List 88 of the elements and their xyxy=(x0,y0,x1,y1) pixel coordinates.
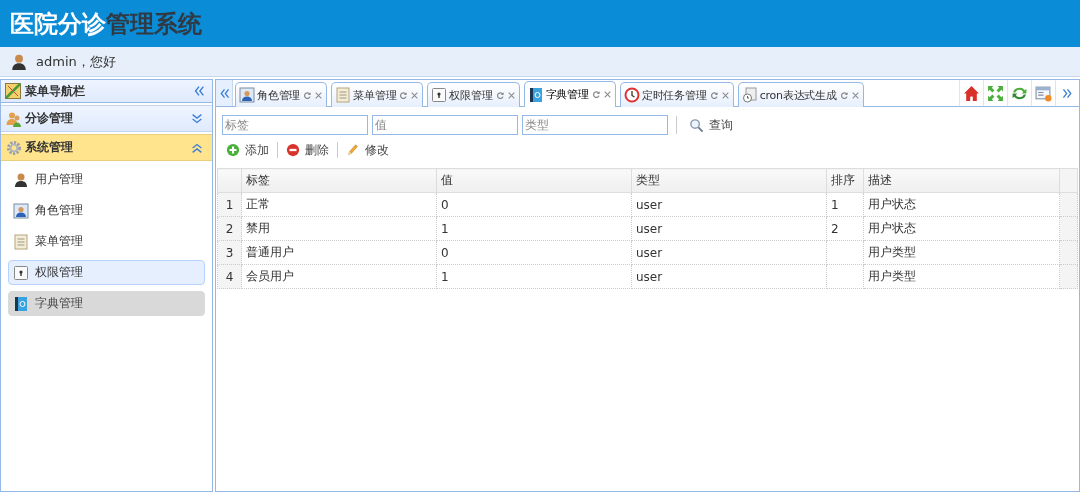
home-icon[interactable] xyxy=(963,84,980,102)
sidebar-item[interactable]: 用户管理 xyxy=(8,167,205,192)
table-cell: 用户类型 xyxy=(863,240,1060,265)
keyhole-icon xyxy=(13,264,29,281)
table-cell: 2 xyxy=(826,216,864,241)
column-header: 值 xyxy=(436,168,632,193)
toolbar-button[interactable]: 添加 xyxy=(222,140,273,160)
sidebar-item[interactable]: 角色管理 xyxy=(8,198,205,223)
toolbar-button[interactable]: 修改 xyxy=(342,140,393,160)
refresh-icon[interactable] xyxy=(709,90,719,100)
table-cell: user xyxy=(631,192,827,217)
fullscreen-icon[interactable] xyxy=(987,84,1004,102)
sidebar-item[interactable]: 字典管理 xyxy=(8,291,205,316)
clock-icon xyxy=(623,87,640,103)
table-cell: user xyxy=(631,264,827,289)
table-cell: 1 xyxy=(826,192,864,217)
table-cell: 普通用户 xyxy=(241,240,437,265)
table-cell: user xyxy=(631,240,827,265)
table-cell: 用户状态 xyxy=(863,192,1060,217)
refresh-icon[interactable] xyxy=(303,90,313,100)
close-icon[interactable] xyxy=(602,90,612,99)
filter-field[interactable]: 类型 xyxy=(522,115,668,135)
table-cell: 0 xyxy=(436,240,632,265)
app-title: 医院分诊管理系统 xyxy=(10,8,202,40)
close-icon[interactable] xyxy=(720,90,730,100)
tab[interactable]: 字典管理 xyxy=(523,81,616,107)
user-icon xyxy=(10,52,28,71)
table-cell: user xyxy=(631,216,827,241)
collapse-icon[interactable] xyxy=(192,84,206,98)
close-icon[interactable] xyxy=(410,90,420,100)
accordion-header[interactable]: 系统管理 xyxy=(1,134,212,161)
add-icon xyxy=(226,143,240,157)
toolbar-button[interactable]: 删除 xyxy=(282,140,333,160)
accordion-header[interactable]: 分诊管理 xyxy=(1,105,212,132)
filter-field[interactable]: 标签 xyxy=(222,115,368,135)
refresh-icon[interactable] xyxy=(591,90,601,99)
keyhole-icon xyxy=(431,87,448,103)
refresh-icon[interactable] xyxy=(399,90,409,100)
filter-field[interactable]: 值 xyxy=(372,115,518,135)
refresh-icon[interactable] xyxy=(839,90,849,100)
search-icon xyxy=(689,117,704,133)
portrait-icon xyxy=(13,202,29,219)
portrait-icon xyxy=(239,87,255,103)
people-icon xyxy=(6,110,22,127)
table-cell: 正常 xyxy=(241,192,437,217)
close-icon[interactable] xyxy=(314,90,324,100)
table-cell: 会员用户 xyxy=(241,264,437,289)
document-clock-icon xyxy=(741,87,758,103)
scroll-left-icon[interactable] xyxy=(217,86,231,100)
table-cell: 用户类型 xyxy=(863,264,1060,289)
gear-icon xyxy=(6,139,22,156)
table-cell: 禁用 xyxy=(241,216,437,241)
column-header: 标签 xyxy=(241,168,437,193)
row-number: 2 xyxy=(217,216,242,241)
user-greeting: admin，您好 xyxy=(36,52,116,71)
sidebar-item[interactable]: 权限管理 xyxy=(8,260,205,285)
tab[interactable]: 角色管理 xyxy=(235,82,328,107)
table-cell: 0 xyxy=(436,192,632,217)
document-icon xyxy=(335,87,352,103)
book-icon xyxy=(13,295,29,312)
map-icon xyxy=(5,83,21,99)
row-number: 1 xyxy=(217,192,242,217)
document-icon xyxy=(13,233,29,250)
delete-icon xyxy=(286,143,300,157)
panel-title: 菜单导航栏 xyxy=(25,82,86,100)
close-icon[interactable] xyxy=(506,90,516,100)
row-number: 3 xyxy=(217,240,242,265)
column-header: 描述 xyxy=(863,168,1060,193)
column-header: 类型 xyxy=(631,168,827,193)
table-cell: 用户状态 xyxy=(863,216,1060,241)
refresh-icon[interactable] xyxy=(495,90,505,100)
tab[interactable]: 菜单管理 xyxy=(331,82,424,107)
scroll-right-icon[interactable] xyxy=(1061,86,1074,100)
row-number: 4 xyxy=(217,264,242,289)
sidebar-item[interactable]: 菜单管理 xyxy=(8,229,205,254)
close-icon[interactable] xyxy=(850,90,860,100)
window-icon[interactable] xyxy=(1035,84,1052,102)
search-button[interactable]: 查询 xyxy=(685,115,737,135)
tab[interactable]: 权限管理 xyxy=(427,82,520,107)
table-cell: 1 xyxy=(436,216,632,241)
person-icon xyxy=(13,171,29,188)
tab[interactable]: 定时任务管理 xyxy=(619,82,734,107)
expand-icon[interactable] xyxy=(190,111,204,126)
tab[interactable]: cron表达式生成 xyxy=(737,82,864,107)
table-cell: 1 xyxy=(436,264,632,289)
pencil-icon xyxy=(346,143,360,157)
book-icon xyxy=(527,86,544,103)
column-header: 排序 xyxy=(826,168,864,193)
